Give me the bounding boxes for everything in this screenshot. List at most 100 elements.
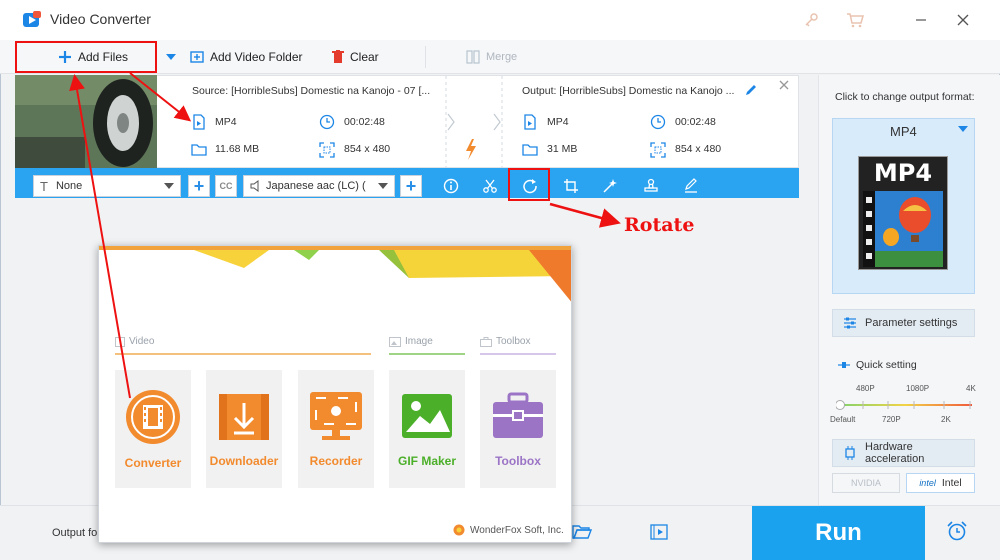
video-thumbnail[interactable] — [15, 75, 157, 168]
merge-icon — [466, 50, 480, 64]
hardware-acceleration-button[interactable]: Hardware acceleration — [832, 439, 975, 467]
wonderfox-logo-icon — [453, 524, 465, 536]
section-toolbox: Toolbox — [480, 336, 530, 347]
remove-item-icon[interactable] — [779, 80, 789, 90]
scale-label-4k: 4K — [966, 384, 976, 393]
clear-button[interactable]: Clear — [332, 40, 379, 74]
audio-track-value: Japanese aac (LC) ( — [266, 180, 366, 192]
stamp-watermark-icon[interactable] — [640, 175, 662, 197]
recorder-icon — [308, 390, 364, 444]
section-image-underline — [389, 353, 465, 355]
intel-option[interactable]: intel Intel — [906, 473, 975, 493]
clear-label: Clear — [350, 50, 379, 64]
add-audio-button[interactable]: + — [400, 175, 422, 197]
merge-button[interactable]: Merge — [466, 40, 517, 74]
section-video-underline — [115, 353, 371, 355]
brand-footer: WonderFox Soft, Inc. — [453, 524, 564, 536]
scale-label-480p: 480P — [856, 384, 875, 393]
resolution-icon — [319, 142, 335, 158]
edit-subtitle-icon[interactable] — [680, 175, 702, 197]
run-button[interactable]: Run — [752, 506, 925, 560]
rotate-highlight — [508, 168, 550, 201]
format-file-icon — [191, 114, 207, 130]
intel-label: Intel — [941, 477, 962, 489]
output-filename: Output: [HorribleSubs] Domestic na Kanoj… — [522, 85, 735, 97]
speaker-icon — [250, 180, 262, 192]
edit-pencil-icon[interactable] — [744, 83, 758, 97]
close-icon[interactable] — [948, 8, 978, 32]
converter-icon — [124, 388, 182, 446]
launcher-popup: Video Image Toolbox Converter Downloader… — [98, 245, 572, 543]
section-toolbox-label: Toolbox — [496, 336, 531, 347]
gif-maker-label: GIF Maker — [397, 454, 457, 468]
output-duration: 00:02:48 — [675, 116, 716, 128]
gif-maker-tile[interactable]: GIF Maker — [389, 370, 465, 488]
subtitle-select[interactable]: T None — [33, 175, 181, 197]
caret-down-icon[interactable] — [958, 126, 968, 133]
section-image: Image — [389, 336, 433, 347]
parameter-settings-label: Parameter settings — [865, 317, 958, 329]
source-filename: Source: [HorribleSubs] Domestic na Kanoj… — [192, 85, 431, 97]
chevron-down-icon — [378, 183, 388, 190]
nvidia-label: NVIDIA — [850, 478, 881, 488]
merge-label: Merge — [486, 51, 518, 63]
alarm-clock-icon[interactable] — [946, 520, 968, 542]
cc-icon: CC — [219, 181, 233, 191]
add-files-dropdown[interactable] — [166, 40, 176, 74]
scale-label-default: Default — [830, 415, 856, 424]
recorder-tile[interactable]: Recorder — [298, 370, 374, 488]
minimize-icon[interactable] — [906, 8, 936, 32]
converter-tile[interactable]: Converter — [115, 370, 191, 488]
folder-icon — [191, 142, 207, 158]
add-files-highlight — [15, 41, 157, 73]
magic-wand-icon[interactable] — [599, 175, 621, 197]
add-video-folder-label: Add Video Folder — [210, 50, 303, 64]
folder-plus-icon — [190, 50, 204, 64]
section-toolbox-underline — [480, 353, 556, 355]
scissors-icon[interactable] — [479, 175, 501, 197]
selected-format-label: MP4 — [890, 124, 917, 139]
plus-icon: + — [193, 175, 205, 196]
output-video-icon[interactable] — [650, 524, 668, 540]
gif-maker-icon — [400, 390, 454, 444]
toolbox-tile[interactable]: Toolbox — [480, 370, 556, 488]
output-resolution: 854 x 480 — [675, 143, 722, 155]
scale-label-720p: 720P — [882, 415, 901, 424]
downloader-tile[interactable]: Downloader — [206, 370, 282, 488]
nvidia-option[interactable]: NVIDIA — [832, 473, 900, 493]
folder-icon — [522, 142, 538, 158]
open-folder-icon[interactable] — [572, 524, 592, 540]
clock-icon — [319, 114, 335, 130]
audio-track-select[interactable]: Japanese aac (LC) ( — [243, 175, 395, 197]
recorder-label: Recorder — [309, 454, 363, 468]
subtitle-cc-icon[interactable]: CC — [215, 175, 237, 197]
hardware-acceleration-label: Hardware acceleration — [865, 441, 925, 465]
source-size: 11.68 MB — [215, 143, 260, 155]
text-t-icon: T — [40, 178, 48, 194]
scale-label-2k: 2K — [941, 415, 951, 424]
quality-slider[interactable] — [836, 398, 974, 412]
trash-icon — [332, 50, 344, 64]
add-video-folder-button[interactable]: Add Video Folder — [190, 40, 303, 74]
info-icon[interactable] — [440, 175, 462, 197]
toolbox-mini-icon — [480, 336, 492, 347]
downloader-label: Downloader — [209, 454, 279, 468]
slider-mini-icon — [838, 361, 850, 369]
chip-icon — [843, 446, 857, 460]
key-icon[interactable] — [796, 8, 826, 32]
parameter-settings-button[interactable]: Parameter settings — [832, 309, 975, 337]
toolbar-divider — [425, 46, 426, 68]
mp4-format-image: MP4 — [858, 156, 948, 270]
clock-icon — [650, 114, 666, 130]
downloader-icon — [217, 390, 271, 444]
add-subtitle-button[interactable]: + — [188, 175, 210, 197]
title-bar: Video Converter — [0, 0, 1000, 40]
section-image-label: Image — [405, 336, 433, 347]
cart-icon[interactable] — [840, 8, 870, 32]
intel-logo-icon: intel — [919, 478, 936, 488]
video-converter-logo-icon — [22, 10, 42, 30]
toolbox-label: Toolbox — [495, 454, 541, 468]
brand-label: WonderFox Soft, Inc. — [470, 524, 564, 536]
caret-down-icon — [166, 53, 176, 61]
crop-icon[interactable] — [560, 175, 582, 197]
